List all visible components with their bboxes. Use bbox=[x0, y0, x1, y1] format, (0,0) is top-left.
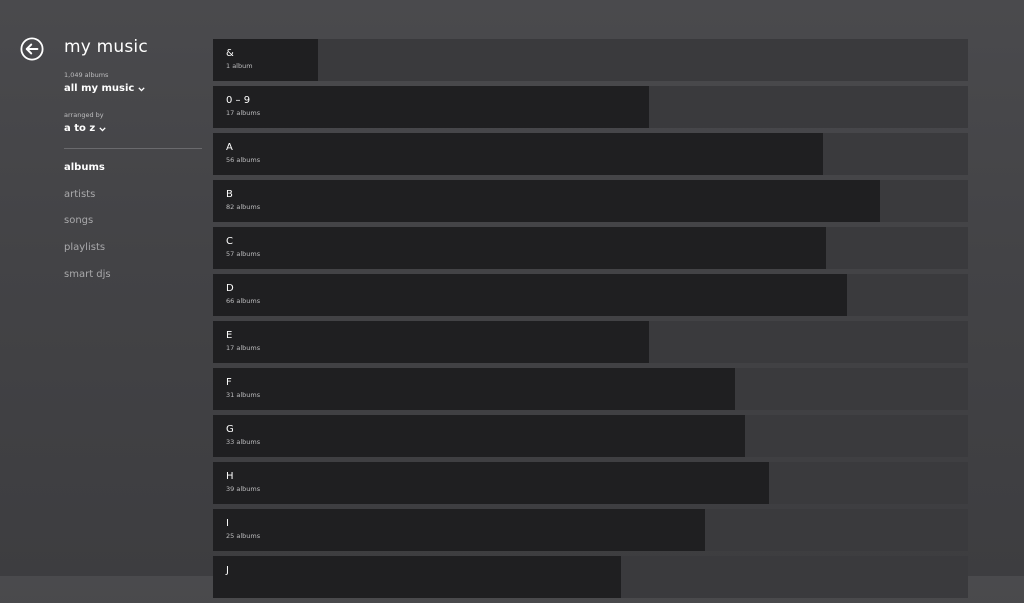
letter-group-tile[interactable]: 0 – 9 17 albums bbox=[213, 86, 968, 128]
album-count-bar bbox=[213, 227, 827, 269]
group-letter: J bbox=[226, 565, 229, 576]
letter-group-tile[interactable]: H 39 albums bbox=[213, 462, 968, 504]
group-album-count: 33 albums bbox=[226, 438, 261, 446]
album-count-caption: 1,049 albums bbox=[64, 71, 109, 79]
album-count-bar bbox=[213, 180, 880, 222]
chevron-down-icon bbox=[99, 126, 106, 132]
letter-group-tile[interactable]: F 31 albums bbox=[213, 368, 968, 410]
group-letter: G bbox=[226, 424, 234, 435]
album-count-bar bbox=[213, 86, 650, 128]
page-title: my music bbox=[64, 37, 148, 57]
album-count-bar bbox=[213, 462, 770, 504]
group-album-count: 25 albums bbox=[226, 532, 261, 540]
group-album-count: 17 albums bbox=[226, 109, 261, 117]
album-count-bar bbox=[213, 274, 848, 316]
group-letter: F bbox=[226, 377, 232, 388]
sort-dropdown-label: a to z bbox=[64, 123, 96, 134]
album-count-bar bbox=[213, 509, 705, 551]
group-album-count: 17 albums bbox=[226, 344, 261, 352]
group-letter: E bbox=[226, 330, 233, 341]
album-count-bar bbox=[213, 368, 736, 410]
filter-dropdown[interactable]: all my music bbox=[64, 82, 146, 95]
letter-group-tile[interactable]: J bbox=[213, 556, 968, 598]
nav-divider bbox=[64, 148, 202, 149]
letter-group-tile[interactable]: C 57 albums bbox=[213, 227, 968, 269]
sort-dropdown[interactable]: a to z bbox=[64, 122, 106, 135]
group-letter: 0 – 9 bbox=[226, 95, 251, 106]
letter-group-tile[interactable]: A 56 albums bbox=[213, 133, 968, 175]
nav-item-albums[interactable]: albums bbox=[64, 159, 111, 186]
album-count-bar bbox=[213, 415, 746, 457]
group-album-count: 56 albums bbox=[226, 156, 261, 164]
letter-group-list: & 1 album 0 – 9 17 albums A 56 albums B … bbox=[213, 39, 968, 603]
nav-item-playlists[interactable]: playlists bbox=[64, 239, 111, 266]
nav-item-smart-djs[interactable]: smart djs bbox=[64, 266, 111, 293]
group-album-count: 31 albums bbox=[226, 391, 261, 399]
album-count-bar bbox=[213, 39, 318, 81]
group-letter: C bbox=[226, 236, 233, 247]
letter-group-tile[interactable]: B 82 albums bbox=[213, 180, 968, 222]
group-letter: H bbox=[226, 471, 234, 482]
arranged-by-caption: arranged by bbox=[64, 111, 104, 119]
group-letter: D bbox=[226, 283, 234, 294]
group-letter: I bbox=[226, 518, 229, 529]
nav-item-artists[interactable]: artists bbox=[64, 186, 111, 213]
group-album-count: 1 album bbox=[226, 62, 253, 70]
view-nav: albums artists songs playlists smart djs bbox=[64, 159, 111, 292]
back-arrow-circle-icon bbox=[20, 37, 44, 61]
group-album-count: 39 albums bbox=[226, 485, 261, 493]
group-letter: A bbox=[226, 142, 233, 153]
letter-group-tile[interactable]: I 25 albums bbox=[213, 509, 968, 551]
group-album-count: 57 albums bbox=[226, 250, 261, 258]
group-letter: B bbox=[226, 189, 233, 200]
back-button[interactable] bbox=[20, 37, 44, 61]
album-count-bar bbox=[213, 321, 650, 363]
letter-group-tile[interactable]: & 1 album bbox=[213, 39, 968, 81]
album-count-bar bbox=[213, 133, 824, 175]
letter-group-tile[interactable]: E 17 albums bbox=[213, 321, 968, 363]
filter-dropdown-label: all my music bbox=[64, 83, 135, 94]
group-album-count: 66 albums bbox=[226, 297, 261, 305]
letter-group-tile[interactable]: D 66 albums bbox=[213, 274, 968, 316]
nav-item-songs[interactable]: songs bbox=[64, 212, 111, 239]
group-letter: & bbox=[226, 48, 234, 59]
group-album-count: 82 albums bbox=[226, 203, 261, 211]
chevron-down-icon bbox=[138, 86, 146, 92]
letter-group-tile[interactable]: G 33 albums bbox=[213, 415, 968, 457]
album-count-bar bbox=[213, 556, 622, 598]
